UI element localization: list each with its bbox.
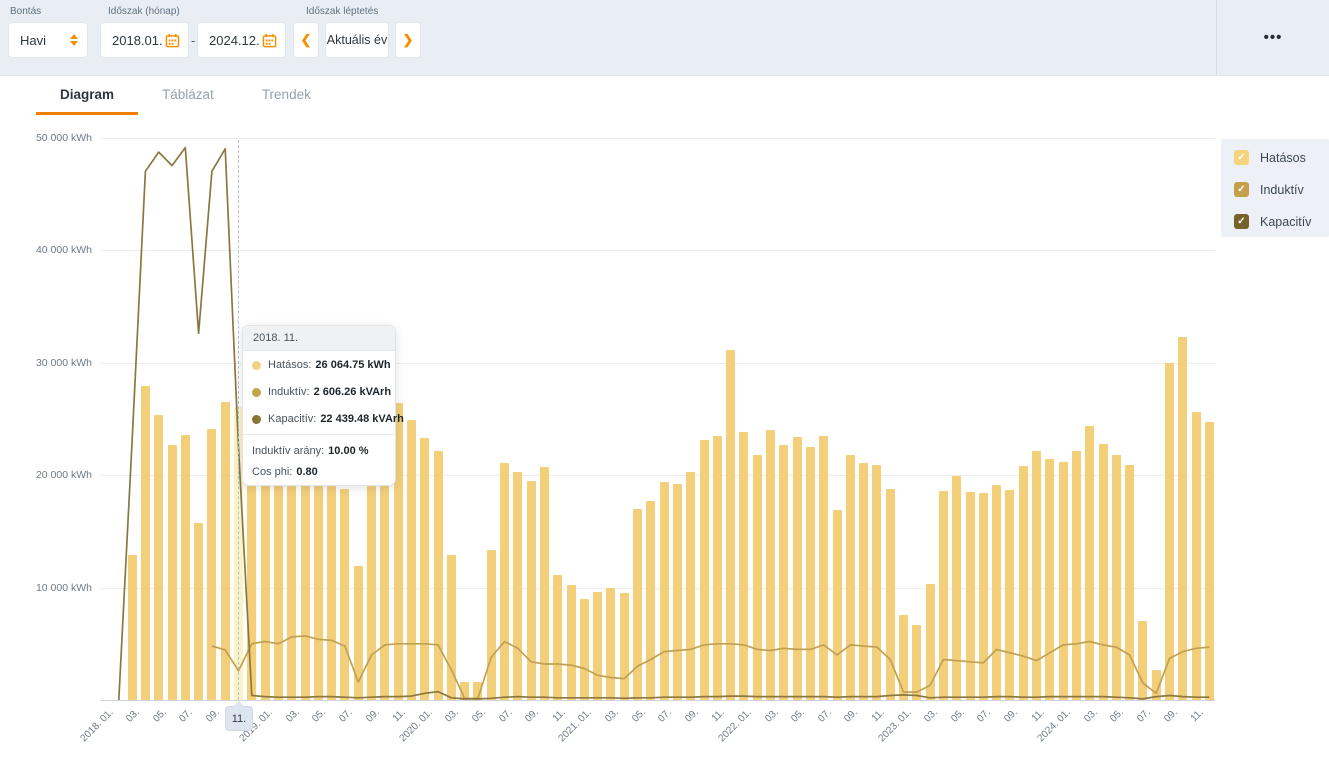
checkbox-checked-icon[interactable]: ✓	[1234, 214, 1249, 229]
hover-guideline	[238, 140, 239, 700]
chart-lines-layer	[0, 0, 1329, 762]
legend-item-induktiv[interactable]: ✓ Induktív	[1234, 182, 1304, 197]
induktiv-dot-icon	[252, 388, 261, 397]
tooltip-value: 22 439.48 kVArh	[320, 413, 404, 425]
hatasos-dot-icon	[252, 361, 261, 370]
legend-item-kapacitiv[interactable]: ✓ Kapacitív	[1234, 214, 1311, 229]
legend-label: Induktív	[1260, 183, 1304, 197]
legend-label: Kapacitív	[1260, 215, 1311, 229]
tooltip-value: 2 606.26 kVArh	[314, 386, 391, 398]
kapacitiv-dot-icon	[252, 415, 261, 424]
tooltip-row-cosphi: Cos phi: 0.80	[243, 464, 395, 485]
tooltip-value: 0.80	[296, 466, 317, 478]
x-axis-hover-badge: 11.	[225, 706, 253, 731]
tooltip-row-hatasos: Hatásos: 26 064.75 kWh	[243, 351, 395, 378]
tooltip-divider	[243, 434, 395, 435]
tooltip-row-arany: Induktív arány: 10.00 %	[243, 437, 395, 464]
tooltip-title: 2018. 11.	[243, 326, 395, 351]
tooltip-value: 26 064.75 kWh	[315, 359, 390, 371]
legend-label: Hatásos	[1260, 151, 1306, 165]
tooltip-label: Kapacitív:	[268, 413, 316, 425]
checkbox-checked-icon[interactable]: ✓	[1234, 182, 1249, 197]
tooltip-label: Induktív arány:	[252, 445, 324, 457]
legend-item-hatasos[interactable]: ✓ Hatásos	[1234, 150, 1306, 165]
tooltip-value: 10.00 %	[328, 445, 368, 457]
chart-tooltip: 2018. 11. Hatásos: 26 064.75 kWh Induktí…	[242, 325, 396, 486]
tooltip-row-induktiv: Induktív: 2 606.26 kVArh	[243, 378, 395, 405]
tooltip-label: Hatásos:	[268, 359, 311, 371]
badge-label: 11.	[232, 713, 246, 725]
tooltip-row-kapacitiv: Kapacitív: 22 439.48 kVArh	[243, 405, 395, 432]
tooltip-label: Cos phi:	[252, 466, 292, 478]
induktiv-line	[212, 636, 1210, 698]
legend-panel: ✓ Hatásos ✓ Induktív ✓ Kapacitív	[1221, 139, 1329, 237]
tooltip-label: Induktív:	[268, 386, 310, 398]
badge-pointer-icon	[233, 701, 245, 707]
checkbox-checked-icon[interactable]: ✓	[1234, 150, 1249, 165]
